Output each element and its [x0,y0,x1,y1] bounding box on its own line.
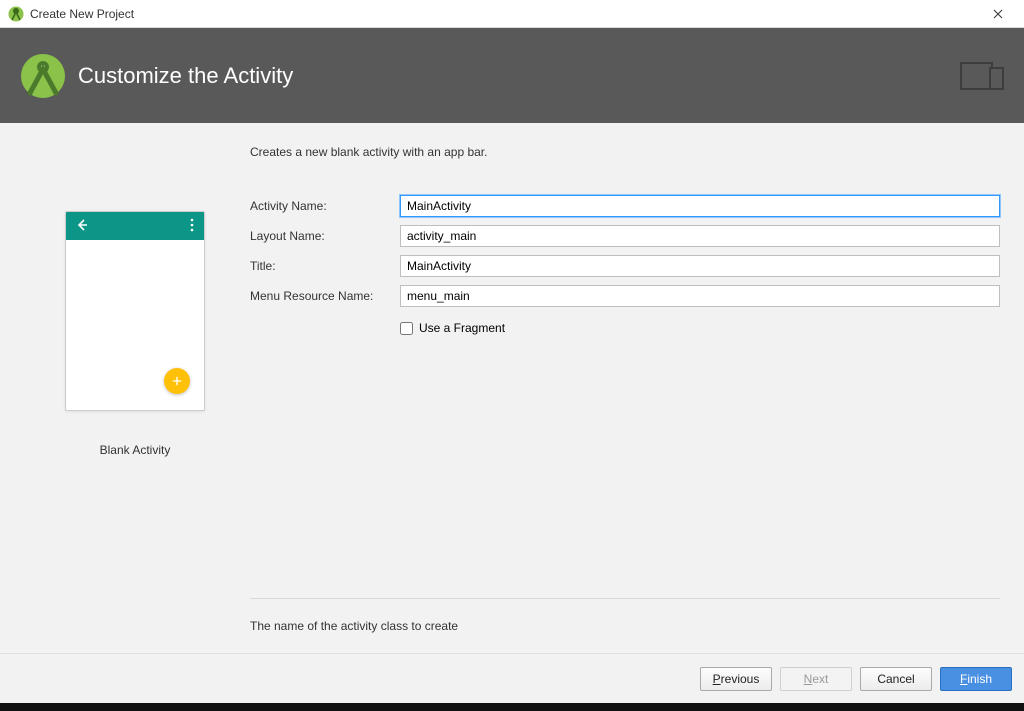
preview-appbar [66,212,204,240]
phone-preview [65,211,205,411]
title-input[interactable] [400,255,1000,277]
wizard-banner: Customize the Activity [0,28,1024,123]
layout-name-input[interactable] [400,225,1000,247]
field-hint: The name of the activity class to create [250,619,1000,633]
window-titlebar: Create New Project [0,0,1024,28]
form-column: Creates a new blank activity with an app… [250,203,1004,633]
use-fragment-row: Use a Fragment [400,321,1000,335]
layout-name-label: Layout Name: [250,229,400,243]
activity-name-input[interactable] [400,195,1000,217]
previous-button[interactable]: Previous [700,667,772,691]
taskbar [0,703,1024,711]
menu-resource-input[interactable] [400,285,1000,307]
fab-icon [164,368,190,394]
template-name-label: Blank Activity [100,443,171,457]
android-studio-icon [8,6,24,22]
window-close-button[interactable] [978,0,1018,27]
wizard-content: Blank Activity Creates a new blank activ… [0,123,1024,653]
hint-separator: The name of the activity class to create [250,598,1000,633]
form-description: Creates a new blank activity with an app… [250,145,1000,159]
formfactor-icon [960,62,1004,90]
finish-button[interactable]: Finish [940,667,1012,691]
activity-name-label: Activity Name: [250,199,400,213]
wizard-heading: Customize the Activity [78,63,960,89]
back-arrow-icon [76,219,88,234]
field-row-layout-name: Layout Name: [250,225,1000,247]
overflow-menu-icon [190,218,194,235]
title-label: Title: [250,259,400,273]
field-row-menu-resource: Menu Resource Name: [250,285,1000,307]
field-row-title: Title: [250,255,1000,277]
window-title: Create New Project [30,7,978,21]
menu-resource-label: Menu Resource Name: [250,289,400,303]
next-button: Next [780,667,852,691]
use-fragment-checkbox[interactable] [400,322,413,335]
android-studio-logo-icon [20,53,66,99]
cancel-button[interactable]: Cancel [860,667,932,691]
wizard-footer: Previous Next Cancel Finish [0,653,1024,703]
use-fragment-label: Use a Fragment [419,321,505,335]
template-preview-column: Blank Activity [20,203,250,633]
field-row-activity-name: Activity Name: [250,195,1000,217]
